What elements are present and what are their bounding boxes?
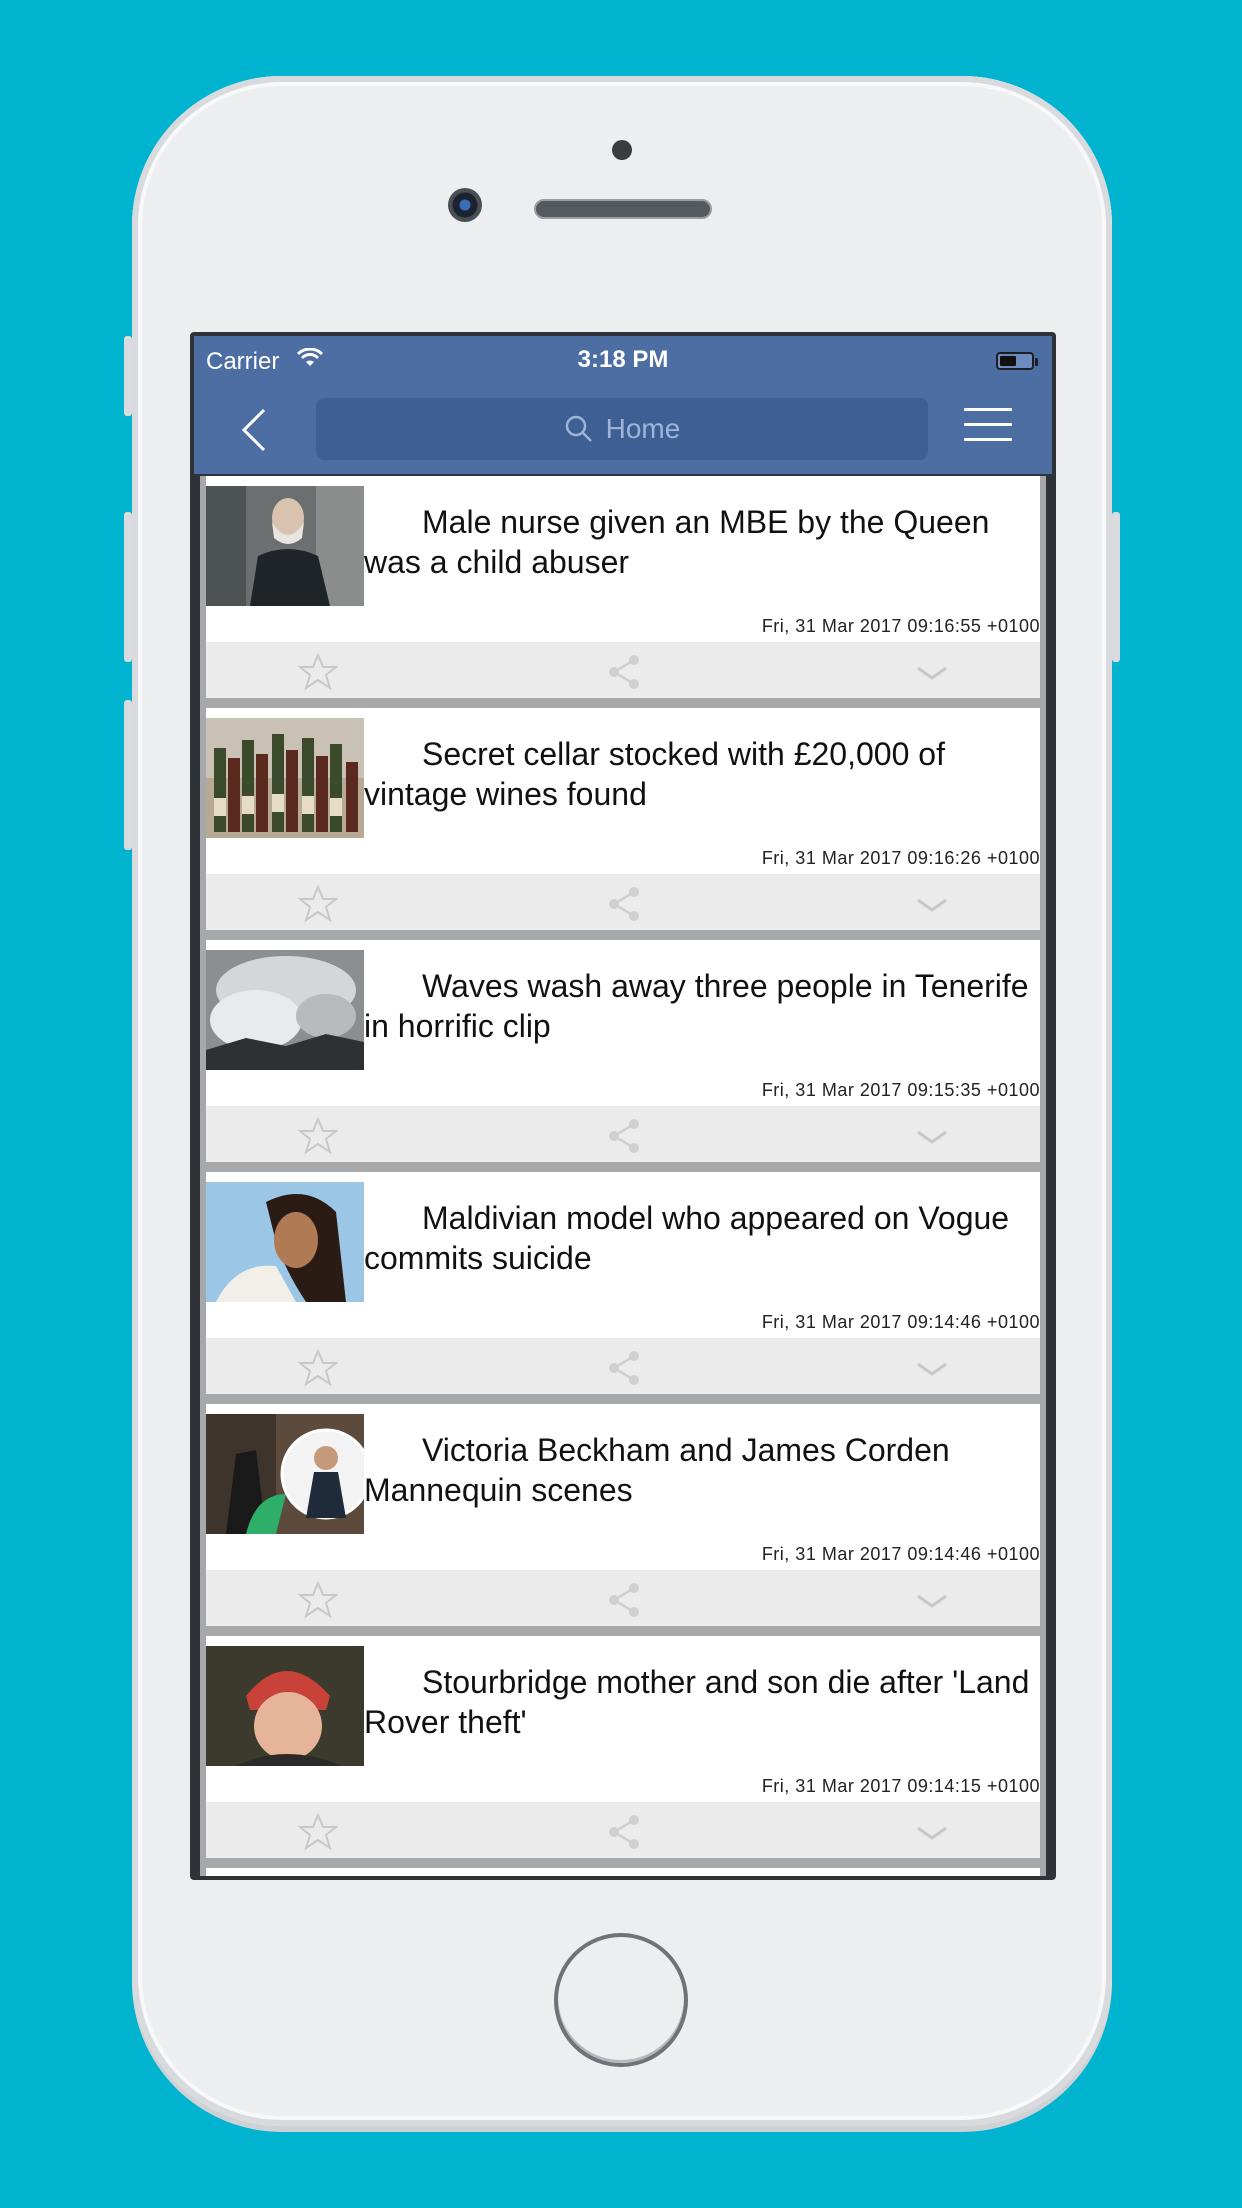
chevron-down-icon[interactable] <box>912 652 952 692</box>
news-card[interactable]: Victoria Beckham and James Corden Manneq… <box>206 1404 1040 1626</box>
article-date: Fri, 31 Mar 2017 09:16:26 +0100 <box>761 848 1040 868</box>
article-date: Fri, 31 Mar 2017 09:14:15 +0100 <box>761 1776 1040 1796</box>
news-card[interactable]: Waves wash away three people in Tenerife… <box>206 940 1040 1162</box>
share-icon[interactable] <box>604 1580 644 1620</box>
status-bar: Carrier 3:18 PM <box>194 336 1052 388</box>
earpiece-speaker <box>534 199 712 219</box>
chevron-down-icon[interactable] <box>912 1348 952 1388</box>
front-camera <box>448 188 482 222</box>
battery-icon <box>996 352 1038 370</box>
article-thumbnail <box>206 1182 364 1302</box>
top-bar: Carrier 3:18 PM Home <box>194 336 1052 474</box>
search-icon <box>565 415 592 442</box>
screen: Carrier 3:18 PM Home Male nurse given an… <box>190 332 1056 1880</box>
article-date: Fri, 31 Mar 2017 09:14:46 +0100 <box>761 1312 1040 1332</box>
volume-down-button <box>124 700 132 850</box>
home-button[interactable] <box>554 1933 688 2067</box>
news-card[interactable]: Male nurse given an MBE by the Queen was… <box>206 476 1040 698</box>
chevron-down-icon[interactable] <box>912 884 952 924</box>
power-button <box>1112 512 1120 662</box>
article-title[interactable]: Stourbridge mother and son die after 'La… <box>364 1662 1040 1742</box>
article-thumbnail <box>206 950 364 1070</box>
star-icon[interactable] <box>298 652 338 692</box>
volume-up-button <box>124 512 132 662</box>
article-thumbnail <box>206 718 364 838</box>
star-icon[interactable] <box>298 1348 338 1388</box>
article-thumbnail <box>206 486 364 606</box>
article-actions <box>206 1570 1040 1626</box>
article-actions <box>206 642 1040 698</box>
share-icon[interactable] <box>604 1812 644 1852</box>
chevron-down-icon[interactable] <box>912 1116 952 1156</box>
news-card[interactable]: Stourbridge mother and son die after 'La… <box>206 1636 1040 1858</box>
article-actions <box>206 874 1040 930</box>
status-time: 3:18 PM <box>577 346 669 373</box>
article-date: Fri, 31 Mar 2017 09:14:46 +0100 <box>761 1544 1040 1564</box>
news-card[interactable]: Maldivian model who appeared on Vogue co… <box>206 1172 1040 1394</box>
search-placeholder: Home <box>605 413 681 444</box>
article-title[interactable]: Victoria Beckham and James Corden Manneq… <box>364 1430 1040 1510</box>
share-icon[interactable] <box>604 652 644 692</box>
hamburger-menu-icon[interactable] <box>964 408 1012 448</box>
star-icon[interactable] <box>298 1812 338 1852</box>
article-date: Fri, 31 Mar 2017 09:15:35 +0100 <box>761 1080 1040 1100</box>
star-icon[interactable] <box>298 1580 338 1620</box>
chevron-down-icon[interactable] <box>912 1812 952 1852</box>
proximity-sensor <box>612 140 632 160</box>
news-card-partial[interactable] <box>206 1868 1040 1876</box>
mute-switch <box>124 336 132 416</box>
article-date: Fri, 31 Mar 2017 09:16:55 +0100 <box>761 616 1040 636</box>
star-icon[interactable] <box>298 884 338 924</box>
share-icon[interactable] <box>604 884 644 924</box>
article-actions <box>206 1802 1040 1858</box>
article-actions <box>206 1338 1040 1394</box>
share-icon[interactable] <box>604 1348 644 1388</box>
news-card[interactable]: Secret cellar stocked with £20,000 of vi… <box>206 708 1040 930</box>
article-title[interactable]: Male nurse given an MBE by the Queen was… <box>364 502 1040 582</box>
search-field[interactable]: Home <box>316 398 928 460</box>
chevron-down-icon[interactable] <box>912 1580 952 1620</box>
share-icon[interactable] <box>604 1116 644 1156</box>
news-feed[interactable]: Male nurse given an MBE by the Queen was… <box>200 476 1046 1876</box>
article-thumbnail <box>206 1414 364 1534</box>
back-chevron-icon[interactable] <box>234 406 274 454</box>
article-thumbnail <box>206 1646 364 1766</box>
article-title[interactable]: Maldivian model who appeared on Vogue co… <box>364 1198 1040 1278</box>
article-actions <box>206 1106 1040 1162</box>
article-title[interactable]: Waves wash away three people in Tenerife… <box>364 966 1040 1046</box>
article-title[interactable]: Secret cellar stocked with £20,000 of vi… <box>364 734 1040 814</box>
star-icon[interactable] <box>298 1116 338 1156</box>
